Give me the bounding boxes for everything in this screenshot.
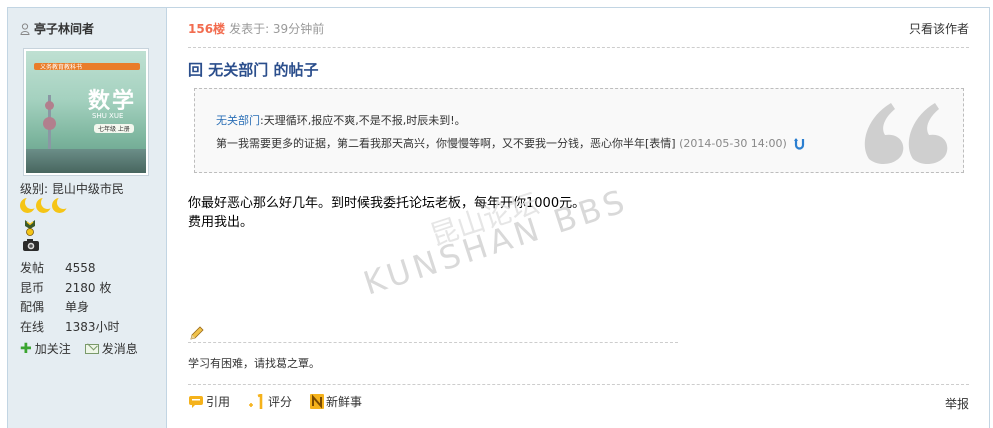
follow-button[interactable]: ✚ 加关注 — [20, 340, 71, 357]
post-time: 发表于: 39分钟前 — [229, 22, 325, 36]
medal-icon[interactable] — [23, 220, 37, 236]
level-moons — [20, 196, 70, 213]
floor-info: 156楼 发表于: 39分钟前 — [188, 20, 324, 37]
quote-button[interactable]: 引用 — [188, 393, 230, 410]
quote-line-1: 无关部门:天理循环,报应不爽,不是不报,时辰未到!。 — [216, 112, 466, 128]
stat-row: 昆币 2180 枚 — [20, 279, 120, 299]
quote-mark-icon — [864, 103, 948, 165]
signature-divider — [188, 342, 678, 343]
send-message-button[interactable]: 发消息 — [84, 340, 138, 357]
quote-text: 第一我需要更多的证据，第二看我那天高兴，你慢慢等啊，又不要我一分钱，恶心你半年[… — [216, 137, 676, 150]
avatar-grade: 七年级 上册 — [94, 124, 134, 133]
report-link[interactable]: 举报 — [945, 395, 969, 412]
avatar-band-text: 义务教育教科书 — [40, 64, 83, 71]
author-actions: ✚ 加关注 发消息 — [20, 340, 138, 357]
stat-row: 配偶 单身 — [20, 298, 120, 318]
fresh-button[interactable]: 新鲜事 — [310, 393, 362, 410]
stat-row: 在线 1383小时 — [20, 318, 120, 338]
author-sidebar: 亭子林间者 义务教育教科书 数学 SHU XUE 七年级 上册 级别: 昆山中级… — [8, 8, 167, 428]
quote-date: (2014-05-30 14:00) — [679, 137, 787, 150]
quote-block: 无关部门:天理循环,报应不爽,不是不报,时辰未到!。 第一我需要更多的证据，第二… — [194, 88, 964, 173]
follow-label[interactable]: 加关注 — [35, 340, 71, 357]
quote-line-2: 第一我需要更多的证据，第二看我那天高兴，你慢慢等啊，又不要我一分钱，恶心你半年[… — [216, 135, 806, 151]
user-level: 级别: 昆山中级市民 — [20, 180, 124, 197]
author-name-row[interactable]: 亭子林间者 — [20, 20, 94, 37]
floor-number[interactable]: 156楼 — [188, 22, 225, 36]
stat-label: 昆币 — [20, 280, 45, 295]
mail-icon — [84, 343, 99, 354]
stat-value: 1383小时 — [65, 319, 120, 334]
post-title: 回 无关部门 的帖子 — [188, 61, 319, 79]
quote-icon — [189, 395, 203, 408]
avatar-image: 义务教育教科书 数学 SHU XUE 七年级 上册 — [26, 51, 146, 173]
level-label: 级别: — [20, 182, 49, 196]
author-name[interactable]: 亭子林间者 — [34, 20, 94, 37]
only-author-link[interactable]: 只看该作者 — [909, 20, 969, 37]
camera-icon[interactable] — [22, 238, 40, 252]
post-operations: 引用 评分 新鲜事 — [188, 393, 362, 410]
post-header: 156楼 发表于: 39分钟前 只看该作者 — [188, 8, 969, 48]
user-icon — [20, 22, 30, 35]
fresh-label[interactable]: 新鲜事 — [326, 393, 362, 410]
avatar[interactable]: 义务教育教科书 数学 SHU XUE 七年级 上册 — [23, 48, 149, 176]
message-label[interactable]: 发消息 — [102, 340, 138, 357]
rate-label[interactable]: 评分 — [268, 393, 292, 410]
pencil-icon — [190, 326, 204, 340]
plus-icon: ✚ — [20, 340, 32, 357]
stat-label: 发帖 — [20, 261, 45, 275]
avatar-title: 数学 — [88, 88, 137, 114]
avatar-subtitle: SHU XUE — [92, 112, 124, 120]
quote-label[interactable]: 引用 — [206, 393, 230, 410]
jump-back-icon[interactable] — [793, 137, 806, 150]
fresh-icon — [310, 394, 325, 409]
level-value: 昆山中级市民 — [51, 182, 124, 196]
quote-signature: :天理循环,报应不爽,不是不报,时辰未到!。 — [260, 114, 466, 127]
signature: 学习有困难，请找葛之覃。 — [188, 357, 320, 370]
moon-icon — [20, 196, 38, 213]
forum-post: 亭子林间者 义务教育教科书 数学 SHU XUE 七年级 上册 级别: 昆山中级… — [7, 7, 990, 428]
moon-icon — [52, 196, 70, 213]
rate-button[interactable]: 评分 — [248, 393, 292, 410]
moon-icon — [36, 196, 54, 213]
rate-icon — [249, 393, 263, 409]
stat-row: 发帖 4558 — [20, 259, 120, 279]
stat-value: 4558 — [65, 261, 96, 275]
stat-value: 2180 枚 — [65, 280, 112, 295]
stat-label: 配偶 — [20, 300, 45, 314]
post-main: 156楼 发表于: 39分钟前 只看该作者 回 无关部门 的帖子 无关部门:天理循… — [168, 8, 989, 428]
user-stats: 发帖 4558 昆币 2180 枚 配偶 单身 在线 1383小时 — [20, 259, 120, 337]
stat-value: 单身 — [65, 300, 90, 314]
quote-user-link[interactable]: 无关部门 — [216, 114, 260, 127]
stat-label: 在线 — [20, 319, 45, 334]
post-footer: 引用 评分 新鲜事 举报 — [188, 384, 969, 428]
